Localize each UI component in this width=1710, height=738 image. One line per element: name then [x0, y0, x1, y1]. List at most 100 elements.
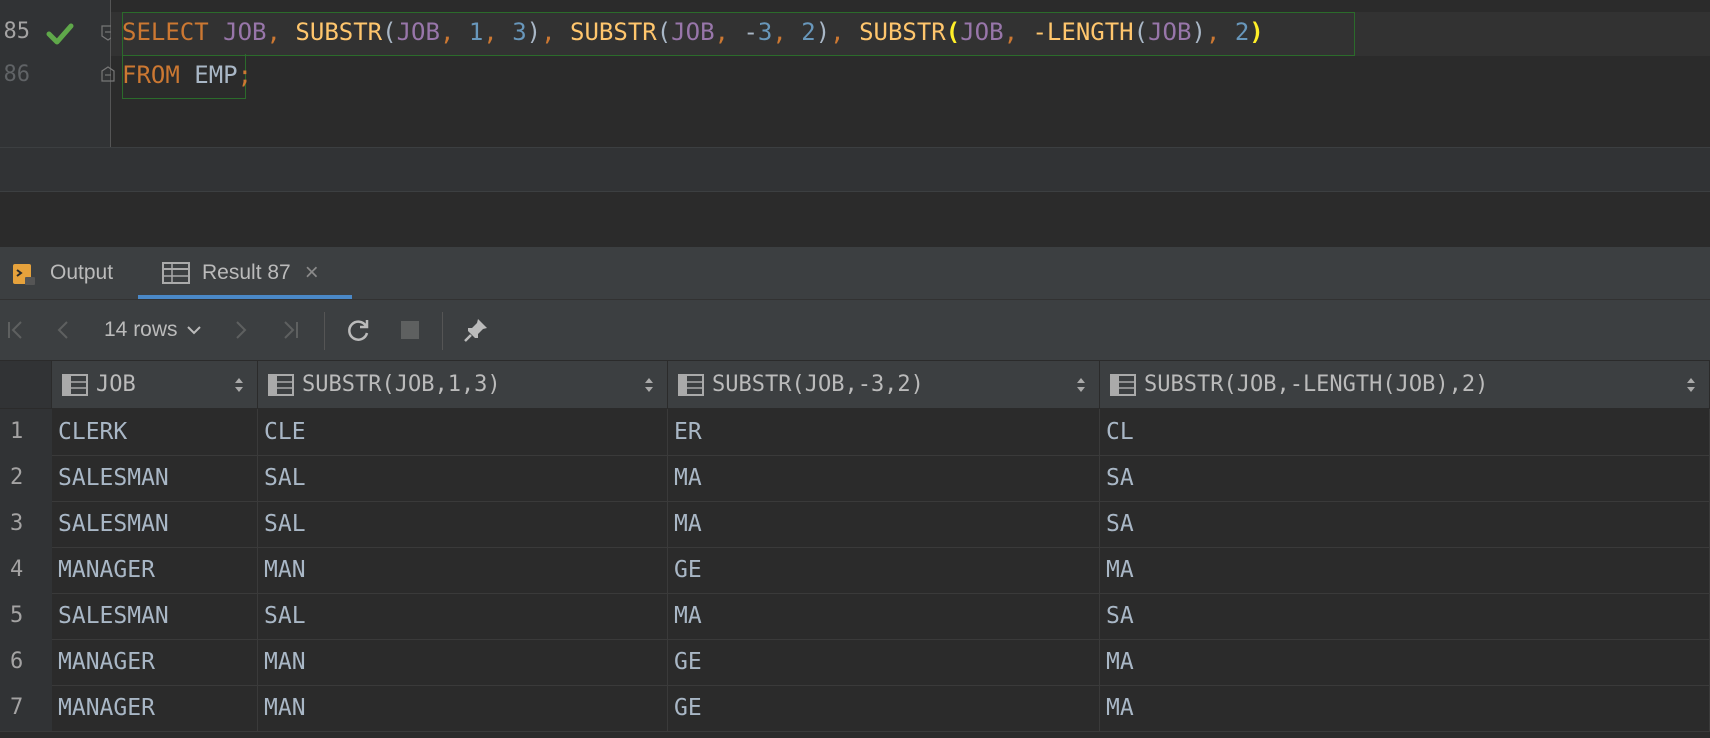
column-icon	[678, 373, 704, 396]
column-header[interactable]: SUBSTR(JOB,-3,2)	[668, 361, 1100, 409]
row-number: 2	[0, 455, 52, 501]
table-row[interactable]: 6 MANAGER MAN GE MA	[0, 639, 1710, 686]
row-number: 3	[0, 501, 52, 547]
code-token: JOB	[396, 18, 440, 46]
rows-count-label: 14 rows	[104, 318, 178, 341]
column-icon	[268, 373, 294, 396]
code-token: FROM	[122, 61, 180, 89]
table-cell[interactable]: MANAGER	[52, 547, 258, 593]
table-row[interactable]: 2 SALESMAN SAL MA SA	[0, 455, 1710, 502]
table-cell[interactable]: MA	[668, 501, 1100, 547]
table-cell[interactable]: GE	[668, 547, 1100, 593]
table-cell[interactable]: MA	[668, 455, 1100, 501]
sort-icon[interactable]	[1685, 376, 1697, 394]
table-cell[interactable]: CL	[1100, 409, 1710, 455]
table-cell[interactable]: MANAGER	[52, 639, 258, 685]
table-row[interactable]: 1 CLERK CLE ER CL	[0, 409, 1710, 456]
first-page-button[interactable]	[0, 314, 32, 346]
chevron-down-icon	[186, 326, 201, 335]
tab-output[interactable]: Output	[10, 247, 130, 299]
tab-label: Result 87	[202, 261, 291, 284]
table-cell[interactable]: MA	[668, 593, 1100, 639]
table-cell[interactable]: MA	[1100, 639, 1710, 685]
table-cell[interactable]: MAN	[258, 685, 668, 731]
table-cell[interactable]: CLERK	[52, 409, 258, 455]
table-cell[interactable]: SAL	[258, 593, 668, 639]
code-token: -LENGTH	[1032, 18, 1134, 46]
column-header-label: SUBSTR(JOB,1,3)	[302, 372, 501, 397]
table-cell[interactable]: MAN	[258, 547, 668, 593]
code-token: )	[815, 18, 831, 46]
sort-icon[interactable]	[233, 376, 245, 394]
table-cell[interactable]: SA	[1100, 593, 1710, 639]
services-area	[0, 191, 1710, 248]
code-token: 3	[512, 18, 527, 46]
row-number: 5	[0, 593, 52, 639]
code-line[interactable]: FROM EMP;	[122, 61, 252, 89]
code-token: ,	[714, 18, 744, 46]
close-icon[interactable]: ×	[305, 259, 319, 287]
table-row[interactable]: 7 MANAGER MAN GE MA	[0, 685, 1710, 732]
code-token: )	[526, 18, 542, 46]
table-cell[interactable]: MANAGER	[52, 685, 258, 731]
table-cell[interactable]: MA	[1100, 547, 1710, 593]
fold-end-icon[interactable]	[101, 66, 115, 82]
pin-button[interactable]	[460, 314, 492, 346]
code-token: (	[945, 18, 961, 46]
next-page-button[interactable]	[224, 314, 256, 346]
panel-splitter[interactable]	[0, 147, 1710, 192]
table-cell[interactable]: GE	[668, 639, 1100, 685]
table-cell[interactable]: MA	[1100, 685, 1710, 731]
result-toolbar: 14 rows	[0, 300, 1710, 361]
table-cell[interactable]: GE	[668, 685, 1100, 731]
column-icon	[1110, 373, 1136, 396]
code-token: 3	[757, 18, 773, 46]
code-token: (	[656, 18, 672, 46]
refresh-icon	[348, 320, 369, 341]
column-header-label: SUBSTR(JOB,-3,2)	[712, 372, 924, 397]
table-cell[interactable]: SALESMAN	[52, 501, 258, 547]
row-number: 7	[0, 685, 52, 731]
toolbar-divider	[324, 312, 325, 350]
table-cell[interactable]: SA	[1100, 501, 1710, 547]
code-token: SUBSTR	[570, 18, 657, 46]
row-number: 1	[0, 409, 52, 455]
stop-icon	[401, 321, 419, 339]
result-grid[interactable]: JOB SUBSTR(JOB,1,3) SUBSTR(JOB,-3,2) SUB…	[0, 361, 1710, 738]
code-token: -	[743, 18, 758, 46]
code-line[interactable]: SELECT JOB, SUBSTR(JOB, 1, 3), SUBSTR(JO…	[122, 18, 1264, 46]
first-page-icon	[8, 321, 22, 339]
table-row[interactable]: 4 MANAGER MAN GE MA	[0, 547, 1710, 594]
column-header[interactable]: SUBSTR(JOB,-LENGTH(JOB),2)	[1100, 361, 1710, 409]
code-token: )	[1191, 18, 1206, 46]
table-cell[interactable]: SA	[1100, 455, 1710, 501]
sort-icon[interactable]	[1075, 376, 1087, 394]
table-cell[interactable]: SAL	[258, 501, 668, 547]
column-header[interactable]: JOB	[52, 361, 258, 409]
table-row[interactable]: 5 SALESMAN SAL MA SA	[0, 593, 1710, 640]
sql-editor[interactable]: 85 86 SELECT JOB, SUBSTR(JOB, 1, 3), SUB…	[0, 0, 1710, 147]
table-cell[interactable]: CLE	[258, 409, 668, 455]
column-header[interactable]: SUBSTR(JOB,1,3)	[258, 361, 668, 409]
code-token: JOB	[671, 18, 715, 46]
rows-count-dropdown[interactable]: 14 rows	[104, 314, 202, 346]
table-row[interactable]: 3 SALESMAN SAL MA SA	[0, 501, 1710, 548]
table-icon	[162, 262, 190, 284]
sort-icon[interactable]	[643, 376, 655, 394]
last-page-button[interactable]	[274, 314, 306, 346]
table-cell[interactable]: MAN	[258, 639, 668, 685]
refresh-button[interactable]	[342, 314, 374, 346]
table-cell[interactable]: SAL	[258, 455, 668, 501]
table-cell[interactable]: ER	[668, 409, 1100, 455]
stop-button[interactable]	[394, 314, 426, 346]
tab-result[interactable]: Result 87 ×	[138, 247, 352, 299]
previous-page-button[interactable]	[48, 314, 80, 346]
code-token: JOB	[960, 18, 1004, 46]
table-cell[interactable]: SALESMAN	[52, 455, 258, 501]
table-cell[interactable]: SALESMAN	[52, 593, 258, 639]
code-token: 2	[1234, 18, 1250, 46]
code-token: SUBSTR	[295, 18, 383, 46]
code-token: ,	[830, 18, 860, 46]
code-token: (	[1133, 18, 1149, 46]
